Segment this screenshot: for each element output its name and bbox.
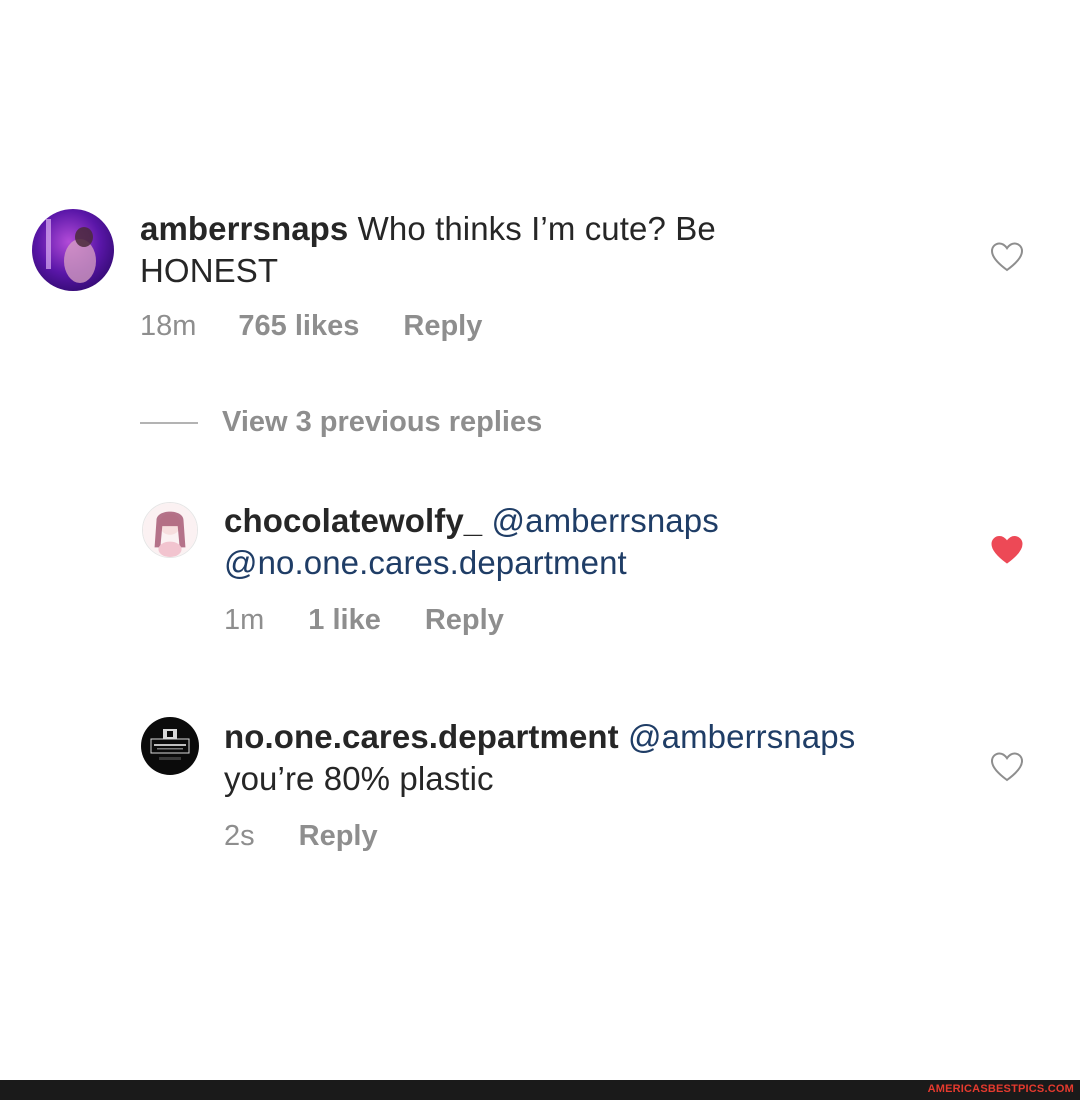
comments-screen: amberrsnaps Who thinks I’m cute? Be HONE… — [0, 0, 1080, 1100]
comment-time[interactable]: 2s — [224, 820, 255, 853]
reply-button[interactable]: Reply — [425, 604, 504, 637]
avatar-no-one-cares-department[interactable] — [141, 717, 199, 775]
likes-count[interactable]: 1 like — [308, 604, 381, 637]
avatar-image — [141, 717, 199, 775]
comment-text: chocolatewolfy_ @amberrsnaps @no.one.car… — [224, 500, 924, 584]
avatar-image — [143, 503, 197, 557]
comment-time[interactable]: 18m — [140, 310, 196, 343]
watermark-text: AMERICASBESTPICS.COM — [927, 1083, 1074, 1095]
username[interactable]: amberrsnaps — [140, 210, 348, 247]
reply-button[interactable]: Reply — [299, 820, 378, 853]
comment-body-line1: Who thinks I’m cute? Be — [357, 210, 716, 247]
mention-link[interactable]: @no.one.cares.department — [224, 542, 924, 584]
username[interactable]: no.one.cares.department — [224, 718, 619, 755]
comment-text: amberrsnaps Who thinks I’m cute? Be HONE… — [140, 208, 920, 292]
reply-button[interactable]: Reply — [403, 310, 482, 343]
avatar-amberrsnaps[interactable] — [32, 209, 114, 291]
avatar-chocolatewolfy[interactable] — [142, 502, 198, 558]
username[interactable]: chocolatewolfy_ — [224, 502, 482, 539]
comment-text: no.one.cares.department @amberrsnaps you… — [224, 716, 964, 800]
comment-body-line2: HONEST — [140, 252, 279, 289]
comment-body-line2: you’re 80% plastic — [224, 760, 494, 797]
comment-meta: 18m 765 likes Reply — [140, 310, 482, 343]
mention-link[interactable]: @amberrsnaps — [628, 718, 855, 755]
comment-meta: 1m 1 like Reply — [224, 604, 504, 637]
comment-meta: 2s Reply — [224, 820, 378, 853]
heart-filled-icon[interactable] — [990, 534, 1024, 566]
view-previous-replies[interactable]: View 3 previous replies — [140, 406, 542, 439]
divider-line — [140, 421, 198, 424]
watermark-bar — [0, 1080, 1080, 1100]
comment-time[interactable]: 1m — [224, 604, 264, 637]
heart-outline-icon[interactable] — [990, 751, 1024, 783]
likes-count[interactable]: 765 likes — [238, 310, 359, 343]
mention-link[interactable]: @amberrsnaps — [492, 502, 719, 539]
avatar-image — [32, 209, 114, 291]
heart-outline-icon[interactable] — [990, 241, 1024, 273]
view-replies-label: View 3 previous replies — [222, 406, 543, 438]
